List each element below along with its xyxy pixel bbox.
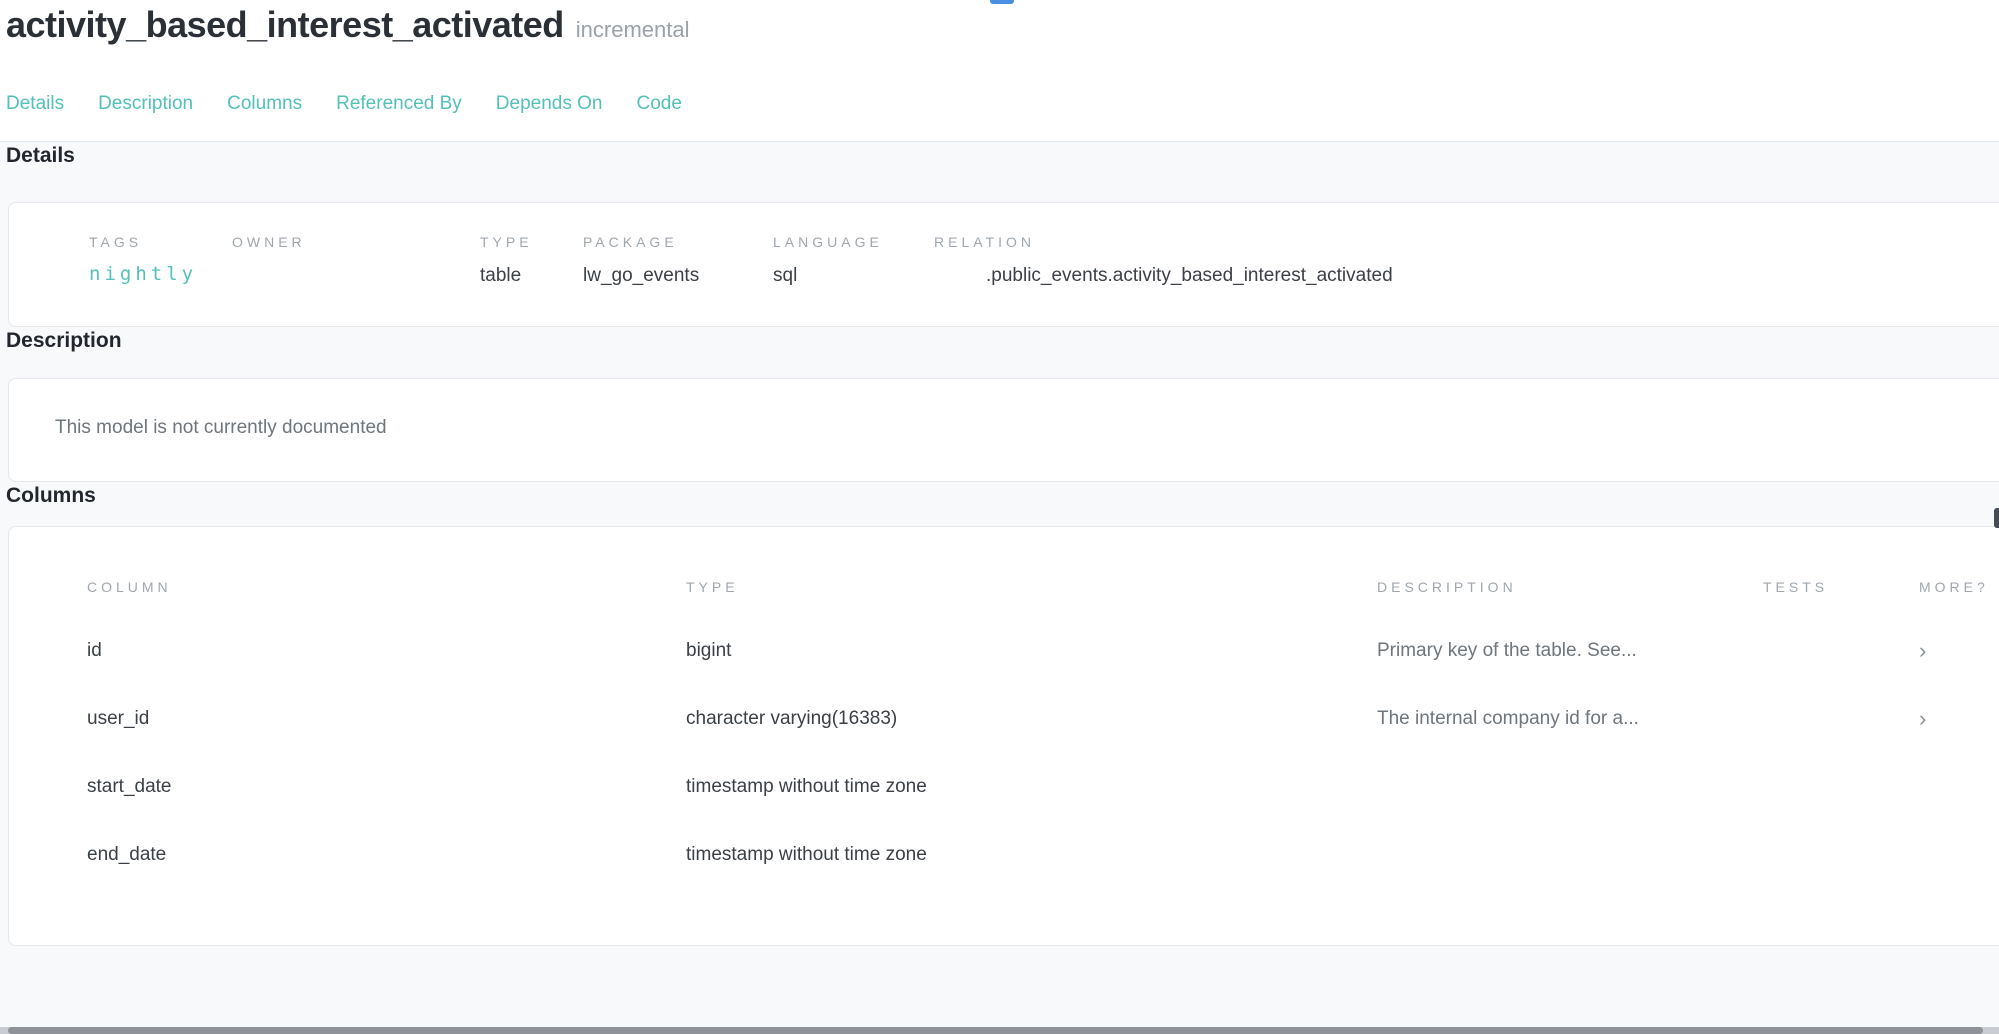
nav-tab-referenced-by[interactable]: Referenced By xyxy=(336,92,462,116)
col-header-more: MORE? xyxy=(1889,579,1999,595)
table-row[interactable]: user_id character varying(16383) The int… xyxy=(9,685,1999,753)
detail-field-relation: RELATION .public_events.activity_based_i… xyxy=(934,233,1999,326)
detail-field-owner: OWNER xyxy=(232,233,480,326)
page-title: activity_based_interest_activated xyxy=(6,4,564,45)
right-edge-notch xyxy=(1994,508,1999,528)
detail-value-relation: .public_events.activity_based_interest_a… xyxy=(934,263,1999,289)
detail-field-package: PACKAGE lw_go_events xyxy=(583,233,773,326)
chevron-right-icon[interactable]: › xyxy=(1889,640,1999,662)
cell-type: character varying(16383) xyxy=(686,708,1377,730)
cell-type: timestamp without time zone xyxy=(686,776,1377,798)
section-heading-details: Details xyxy=(6,142,1999,170)
horizontal-scrollbar-thumb[interactable] xyxy=(8,1027,1983,1034)
detail-field-tags: TAGS nightly xyxy=(89,233,232,326)
cell-column-name: end_date xyxy=(9,844,686,866)
section-heading-columns: Columns xyxy=(6,482,1999,510)
detail-label-type: TYPE xyxy=(480,233,583,251)
col-header-type: TYPE xyxy=(686,579,1377,595)
cell-type: timestamp without time zone xyxy=(686,844,1377,866)
nav-tab-code[interactable]: Code xyxy=(636,92,681,116)
detail-label-package: PACKAGE xyxy=(583,233,773,251)
clipped-blue-link-icon xyxy=(990,0,1014,4)
detail-label-tags: TAGS xyxy=(89,233,232,251)
details-card: TAGS nightly OWNER TYPE table PACKAGE lw… xyxy=(8,202,1999,327)
main-content: Details TAGS nightly OWNER TYPE table PA… xyxy=(0,142,1999,946)
chevron-right-icon[interactable]: › xyxy=(1889,708,1999,730)
table-row[interactable]: start_date timestamp without time zone xyxy=(9,753,1999,821)
detail-value-package: lw_go_events xyxy=(583,263,773,289)
description-card: This model is not currently documented xyxy=(8,378,1999,482)
cell-description: The internal company id for a... xyxy=(1377,708,1763,730)
columns-table-header: COLUMN TYPE DESCRIPTION TESTS MORE? xyxy=(9,557,1999,617)
cell-column-name: start_date xyxy=(9,776,686,798)
tag-link-nightly[interactable]: nightly xyxy=(89,261,232,287)
table-row[interactable]: id bigint Primary key of the table. See.… xyxy=(9,617,1999,685)
description-text: This model is not currently documented xyxy=(55,415,1999,441)
detail-field-type: TYPE table xyxy=(480,233,583,326)
table-row[interactable]: end_date timestamp without time zone xyxy=(9,821,1999,889)
cell-column-name: id xyxy=(9,640,686,662)
detail-value-type: table xyxy=(480,263,583,289)
col-header-tests: TESTS xyxy=(1763,579,1889,595)
title-row: activity_based_interest_activated increme… xyxy=(6,0,1999,56)
page-header: activity_based_interest_activated increme… xyxy=(0,0,1999,142)
detail-value-language: sql xyxy=(773,263,934,289)
section-heading-description: Description xyxy=(6,327,1999,355)
nav-tab-description[interactable]: Description xyxy=(98,92,193,116)
columns-card: COLUMN TYPE DESCRIPTION TESTS MORE? id b… xyxy=(8,526,1999,946)
col-header-column: COLUMN xyxy=(9,579,686,595)
cell-description: Primary key of the table. See... xyxy=(1377,640,1763,662)
detail-label-relation: RELATION xyxy=(934,233,1999,251)
detail-field-language: LANGUAGE sql xyxy=(773,233,934,326)
col-header-description: DESCRIPTION xyxy=(1377,579,1763,595)
detail-label-owner: OWNER xyxy=(232,233,480,251)
nav-tab-depends-on[interactable]: Depends On xyxy=(496,92,603,116)
cell-column-name: user_id xyxy=(9,708,686,730)
nav-tab-details[interactable]: Details xyxy=(6,92,64,116)
nav-tab-columns[interactable]: Columns xyxy=(227,92,302,116)
materialization-badge: incremental xyxy=(576,17,690,42)
cell-type: bigint xyxy=(686,640,1377,662)
section-nav: Details Description Columns Referenced B… xyxy=(6,92,1999,116)
detail-label-language: LANGUAGE xyxy=(773,233,934,251)
